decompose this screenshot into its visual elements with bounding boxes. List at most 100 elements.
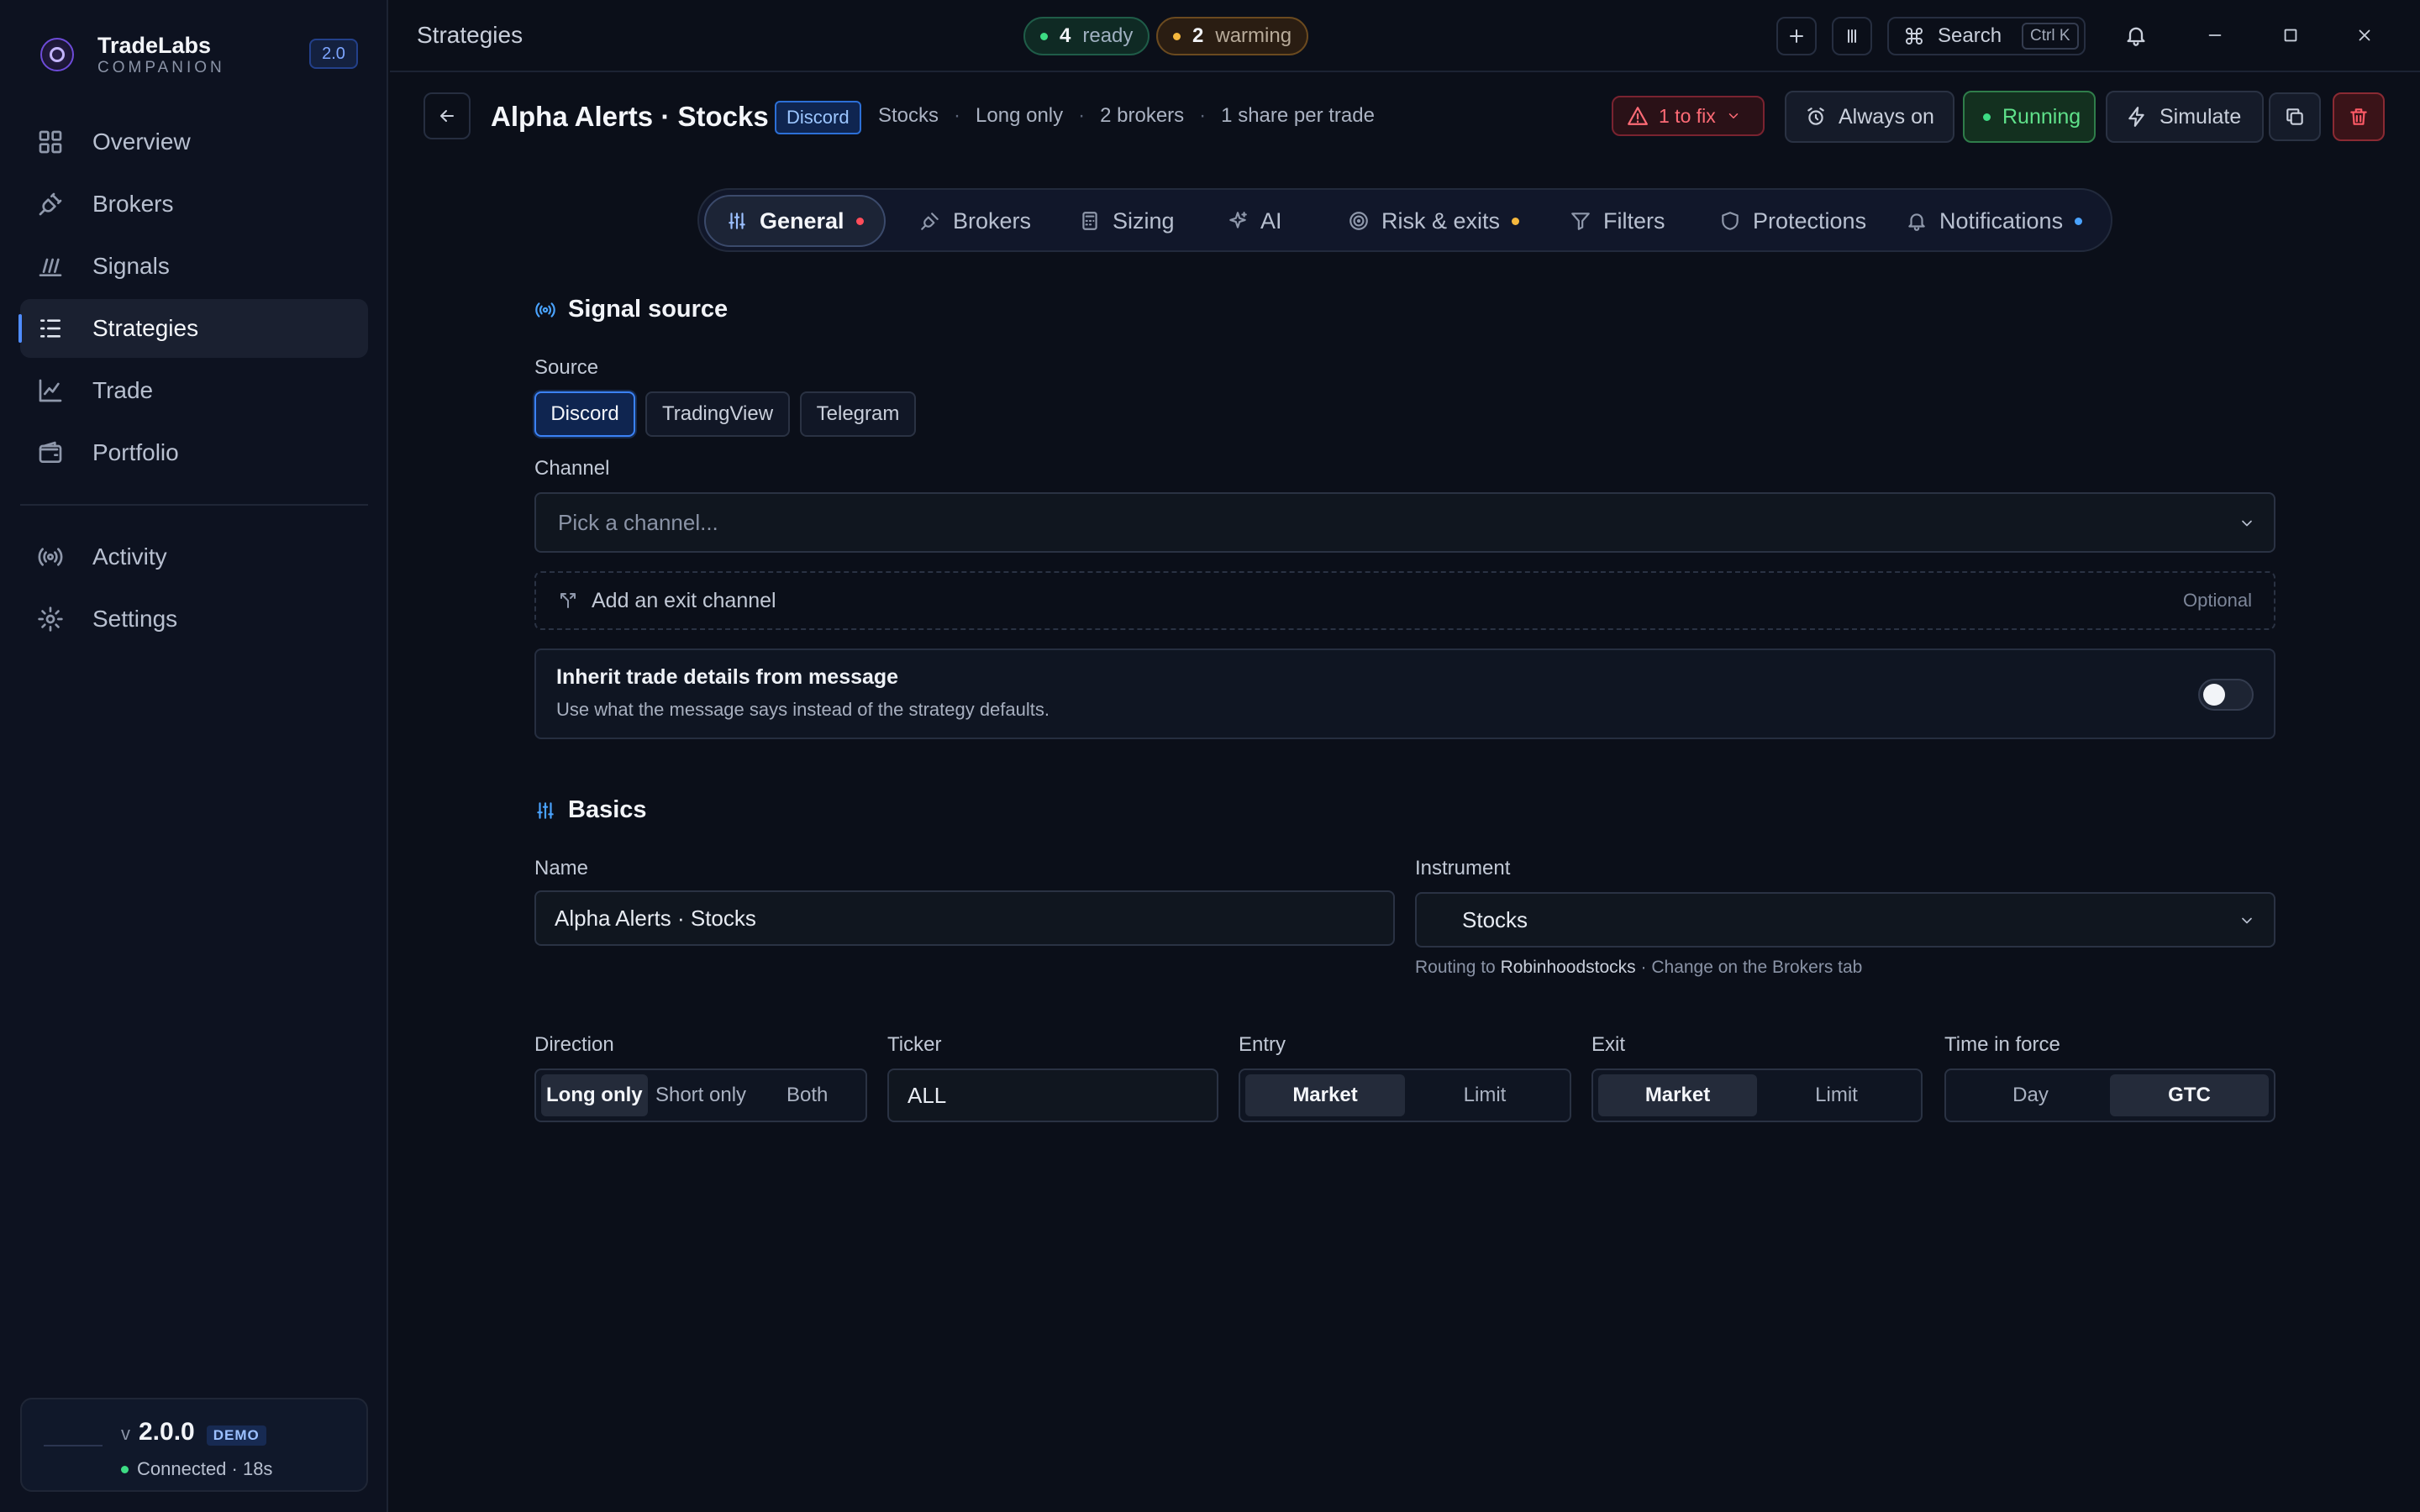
exit-option-market[interactable]: Market [1598, 1074, 1757, 1116]
sidebar-item-portfolio[interactable]: Portfolio [20, 423, 368, 482]
schedule-label: Always on [1839, 104, 1934, 129]
ready-count: 4 [1060, 24, 1071, 47]
add-button[interactable] [1776, 17, 1817, 55]
maximize-icon [2281, 26, 2300, 45]
source-option-telegram[interactable]: Telegram [800, 391, 916, 437]
inherit-description: Use what the message says instead of the… [556, 699, 1050, 720]
close-icon [2355, 26, 2374, 45]
sidebar-item-brokers[interactable]: Brokers [20, 175, 368, 234]
tab-label: Notifications [1939, 207, 2064, 234]
sidebar-item-label: Strategies [92, 315, 199, 341]
source-option-discord[interactable]: Discord [534, 391, 635, 437]
direction-option-long[interactable]: Long only [541, 1074, 648, 1116]
gear-icon [37, 606, 64, 633]
duplicate-button[interactable] [2269, 92, 2321, 141]
tif-option-day[interactable]: Day [1951, 1074, 2110, 1116]
info-dot-icon [2075, 217, 2083, 225]
running-toggle-button[interactable]: Running [1963, 91, 2096, 143]
meta-sizing: 1 share per trade [1221, 104, 1375, 127]
delete-button[interactable] [2333, 92, 2385, 141]
toggle-knob [2203, 684, 2225, 706]
tab-filters[interactable]: Filters [1549, 195, 1686, 247]
tif-option-gtc[interactable]: GTC [2110, 1074, 2269, 1116]
inherit-toggle[interactable] [2198, 679, 2254, 711]
app-version: 2.0.0 [139, 1418, 195, 1446]
meta-separator: · [1199, 104, 1207, 127]
warming-status-pill[interactable]: 2 warming [1156, 17, 1309, 55]
trash-icon [2348, 106, 2370, 128]
connection-status-card[interactable]: v 2.0.0 DEMO Connected · 18s [20, 1398, 368, 1492]
sidebar-item-label: Overview [92, 129, 191, 155]
chevron-down-icon [2238, 912, 2255, 929]
app-subtitle: COMPANION [97, 59, 225, 76]
entry-option-limit[interactable]: Limit [1405, 1074, 1565, 1116]
tab-risk-exits[interactable]: Risk & exits [1328, 195, 1539, 247]
sidebar-item-label: Activity [92, 543, 167, 570]
sidebar-item-strategies[interactable]: Strategies [18, 299, 368, 358]
direction-option-both[interactable]: Both [754, 1074, 860, 1116]
meta-brokers: 2 brokers [1100, 104, 1185, 127]
time-in-force-label: Time in force [1944, 1033, 2060, 1056]
sidebar-item-overview[interactable]: Overview [20, 113, 368, 171]
bell-icon [2124, 24, 2148, 47]
sidebar-item-trade[interactable]: Trade [20, 361, 368, 420]
ready-dot-icon [1040, 32, 1048, 40]
warning-icon [1627, 105, 1649, 127]
ready-status-pill[interactable]: 4 ready [1023, 17, 1150, 55]
brand[interactable]: TradeLabs COMPANION [40, 32, 225, 77]
maximize-button[interactable] [2275, 20, 2306, 50]
search-label: Search [1938, 24, 2002, 47]
meta-direction: Long only [976, 104, 1064, 127]
source-option-tradingview[interactable]: TradingView [645, 391, 790, 437]
notifications-button[interactable] [2121, 20, 2151, 50]
tab-label: General [760, 207, 844, 234]
tab-label: Risk & exits [1381, 207, 1501, 234]
channel-select[interactable]: Pick a channel... [534, 492, 2275, 553]
sidebar-item-settings[interactable]: Settings [20, 590, 368, 648]
issues-dropdown[interactable]: 1 to fix [1612, 96, 1765, 136]
direction-option-short[interactable]: Short only [648, 1074, 755, 1116]
simulate-button[interactable]: Simulate [2106, 91, 2264, 143]
tab-protections[interactable]: Protections [1699, 195, 1886, 247]
exit-option-limit[interactable]: Limit [1757, 1074, 1916, 1116]
sidebar-item-label: Brokers [92, 191, 174, 217]
add-exit-channel-button[interactable]: Add an exit channel Optional [534, 571, 2275, 630]
routing-broker[interactable]: Robinhoodstocks [1501, 958, 1636, 977]
instrument-select[interactable]: Stocks [1415, 892, 2275, 948]
close-window-button[interactable] [2349, 20, 2380, 50]
minimize-button[interactable] [2200, 20, 2230, 50]
instrument-label: Instrument [1415, 857, 1511, 879]
direction-segmented-control: Long only Short only Both [534, 1068, 867, 1122]
arrow-left-icon [437, 106, 457, 126]
entry-label: Entry [1239, 1033, 1286, 1056]
channel-label: Channel [534, 457, 610, 480]
inherit-trade-details-card: Inherit trade details from message Use w… [534, 648, 2275, 739]
shield-icon [1719, 210, 1741, 232]
page-title: Alpha Alerts · Stocks [491, 101, 769, 132]
ready-label: ready [1082, 24, 1134, 47]
tab-general[interactable]: General [704, 195, 886, 247]
app-name: TradeLabs [97, 33, 212, 58]
sidebar-item-label: Trade [92, 377, 154, 403]
sidebar: TradeLabs COMPANION 2.0 Overview Brokers… [0, 0, 388, 1512]
tab-notifications[interactable]: Notifications [1886, 195, 2102, 247]
schedule-button[interactable]: Always on [1785, 91, 1954, 143]
routing-suffix: · Change on the Brokers tab [1640, 958, 1863, 977]
columns-button[interactable] [1832, 17, 1872, 55]
entry-option-market[interactable]: Market [1245, 1074, 1405, 1116]
tab-brokers[interactable]: Brokers [899, 195, 1051, 247]
search-button[interactable]: Search Ctrl K [1887, 17, 2086, 55]
sidebar-item-label: Signals [92, 253, 170, 279]
alarm-clock-icon [1805, 106, 1827, 128]
sidebar-item-signals[interactable]: Signals [20, 237, 368, 296]
strategy-name-input[interactable]: Alpha Alerts · Stocks [534, 890, 1395, 946]
entry-segmented-control: Market Limit [1239, 1068, 1571, 1122]
tab-label: Brokers [953, 207, 1032, 234]
back-button[interactable] [424, 92, 471, 139]
tab-label: Protections [1753, 207, 1867, 234]
sidebar-item-activity[interactable]: Activity [20, 528, 368, 586]
settings-tabs: General Brokers Sizing AI Risk & exits F… [697, 188, 2112, 252]
tab-sizing[interactable]: Sizing [1059, 195, 1195, 247]
tab-ai[interactable]: AI [1207, 195, 1302, 247]
ticker-input[interactable]: ALL [887, 1068, 1218, 1122]
